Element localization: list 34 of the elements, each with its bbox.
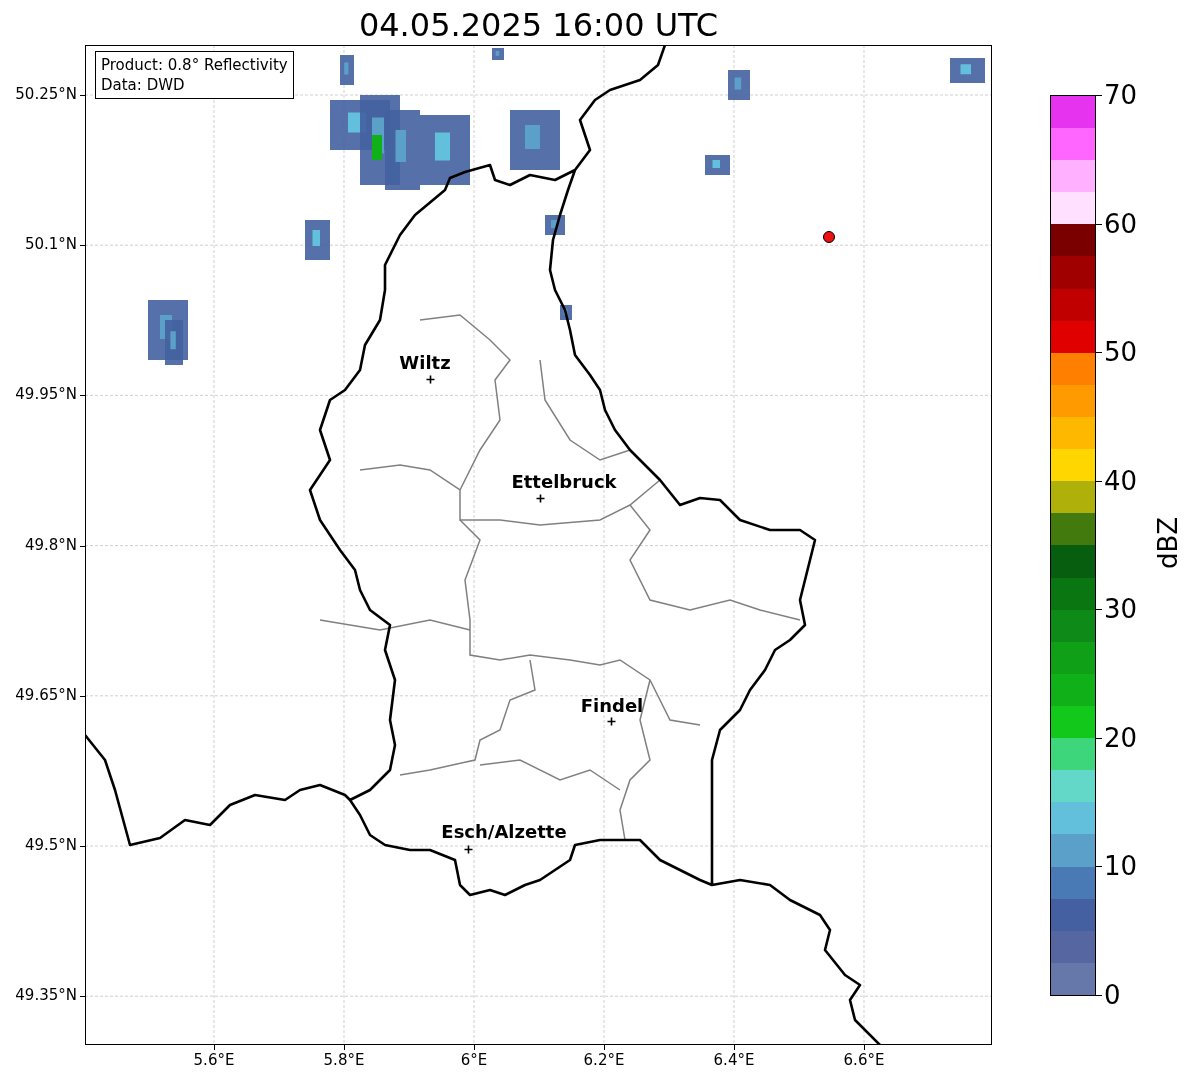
chart-title: 04.05.2025 16:00 UTC xyxy=(357,9,720,45)
colorbar-tick-label: 30 xyxy=(1104,596,1138,623)
y-tick-label: 49.95°N xyxy=(15,387,77,403)
colorbar-tick-label: 0 xyxy=(1104,982,1121,1008)
city-label: Wiltz xyxy=(399,354,451,372)
city-label: Ettelbruck xyxy=(511,473,617,491)
x-tick-label: 6°E xyxy=(460,1053,488,1068)
city-marker-icon xyxy=(463,844,473,854)
city-label: Findel xyxy=(580,697,644,715)
y-tick-label: 49.65°N xyxy=(15,687,77,703)
x-tick-label: 5.6°E xyxy=(193,1053,235,1068)
info-text: Data: DWD xyxy=(101,75,186,95)
city-marker-icon xyxy=(535,493,545,503)
city-marker-icon xyxy=(606,716,616,726)
y-tick-label: 49.5°N xyxy=(24,838,77,853)
y-tick-label: 50.1°N xyxy=(24,237,77,253)
colorbar-tick-label: 50 xyxy=(1104,339,1138,366)
y-tick-label: 49.35°N xyxy=(15,988,77,1004)
x-tick-label: 6.2°E xyxy=(583,1053,625,1068)
colorbar-tick-label: 20 xyxy=(1104,724,1138,751)
colorbar-tick-label: 60 xyxy=(1104,210,1138,237)
colorbar-tick-label: 40 xyxy=(1104,467,1138,494)
colorbar-tick-label: 70 xyxy=(1104,82,1138,108)
x-tick-label: 6.6°E xyxy=(843,1053,885,1068)
info-text: Product: 0.8° Reflectivity xyxy=(101,55,288,75)
colorbar-label: dBZ xyxy=(1155,516,1182,570)
colorbar-tick-label: 10 xyxy=(1104,853,1138,880)
y-tick-label: 49.8°N xyxy=(24,537,77,553)
city-marker-icon xyxy=(425,374,435,384)
city-label: Esch/Alzette xyxy=(441,823,567,841)
y-tick-label: 50.25°N xyxy=(15,87,77,102)
x-tick-label: 6.4°E xyxy=(713,1053,755,1068)
location-marker-icon xyxy=(823,231,835,243)
x-tick-label: 5.8°E xyxy=(323,1053,365,1068)
